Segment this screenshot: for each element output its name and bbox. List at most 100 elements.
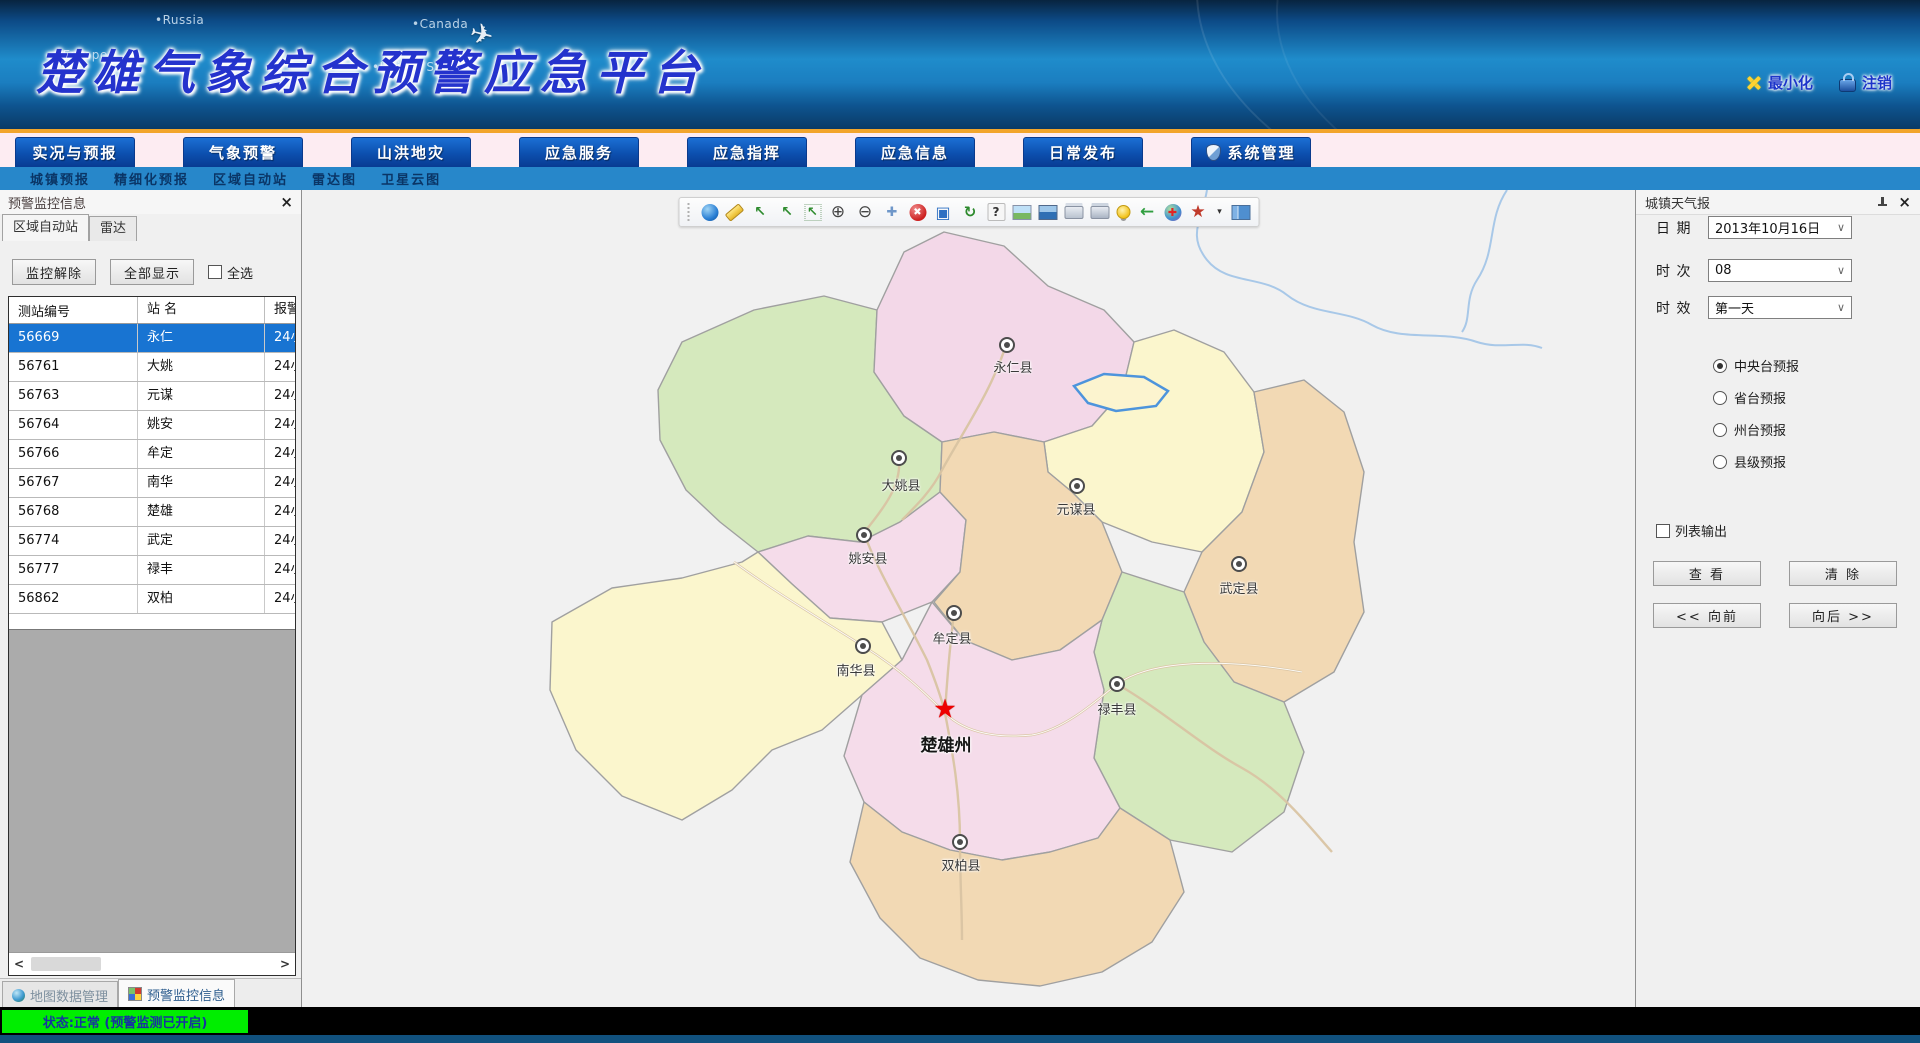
station-marker-武定县[interactable] <box>1231 556 1247 572</box>
image-export-icon[interactable] <box>1012 205 1031 220</box>
stop-icon[interactable]: ✖ <box>909 204 926 221</box>
tab-日常发布[interactable]: 日常发布 <box>1023 137 1143 167</box>
release-monitor-button[interactable]: 监控解除 <box>12 259 96 285</box>
dropdown-caret-icon[interactable]: ▾ <box>1215 202 1224 222</box>
scroll-right-icon[interactable]: > <box>275 957 295 971</box>
radio-label: 省台预报 <box>1734 388 1786 407</box>
station-marker-双柏县[interactable] <box>952 834 968 850</box>
right-panel-title: 城镇天气报 <box>1645 193 1710 212</box>
scroll-thumb[interactable] <box>31 957 101 971</box>
subnav-item-精细化预报[interactable]: 精细化预报 <box>114 169 189 188</box>
clear-button[interactable]: 清 除 <box>1789 561 1897 586</box>
station-marker-牟定县[interactable] <box>946 605 962 621</box>
zoom-out-icon[interactable]: ⊖ <box>855 202 875 222</box>
save-map-icon[interactable] <box>1038 205 1057 220</box>
full-extent-icon[interactable]: ▣ <box>933 202 953 222</box>
star-tool-icon[interactable]: ★ <box>1188 202 1208 222</box>
marker-bulb-icon[interactable] <box>1116 205 1130 219</box>
tab-应急信息[interactable]: 应急信息 <box>855 137 975 167</box>
bottom-tab-地图数据管理[interactable]: 地图数据管理 <box>2 981 118 1008</box>
print-setup-icon[interactable] <box>1090 206 1109 219</box>
subnav-item-雷达图[interactable]: 雷达图 <box>312 169 357 188</box>
radio-label: 县级预报 <box>1734 452 1786 471</box>
station-marker-大姚县[interactable] <box>891 450 907 466</box>
hour-select[interactable]: 08 ∨ <box>1708 259 1852 282</box>
pan-icon[interactable]: ✚ <box>882 202 902 222</box>
radio-icon <box>1713 455 1727 469</box>
table-row-56761[interactable]: 56761大姚24小时 <box>9 353 295 382</box>
radio-option-省台预报[interactable]: 省台预报 <box>1713 388 1799 407</box>
table-row-56768[interactable]: 56768楚雄24小时 <box>9 498 295 527</box>
select-box-icon[interactable]: ↖ <box>804 204 821 221</box>
back-icon[interactable]: ← <box>1137 202 1157 222</box>
station-marker-禄丰县[interactable] <box>1109 676 1125 692</box>
print-icon[interactable] <box>1064 206 1083 219</box>
scroll-left-icon[interactable]: < <box>9 957 29 971</box>
logout-button[interactable]: 注销 <box>1839 72 1892 93</box>
tab-应急指挥[interactable]: 应急指挥 <box>687 137 807 167</box>
map-area[interactable]: 永仁县大姚县元谋县姚安县武定县牟定县南华县禄丰县双柏县★楚雄州 ↖↖↖⊕⊖✚✖▣… <box>302 190 1635 1007</box>
close-icon[interactable]: × <box>1898 195 1911 210</box>
subnav-item-卫星云图[interactable]: 卫星云图 <box>381 169 441 188</box>
radio-label: 州台预报 <box>1734 420 1786 439</box>
refresh-icon[interactable]: ↻ <box>960 202 980 222</box>
next-button[interactable]: 向后 >> <box>1789 603 1897 628</box>
radio-option-县级预报[interactable]: 县级预报 <box>1713 452 1799 471</box>
status-badge: 状态:正常 (预警监测已开启) <box>2 1010 248 1033</box>
radio-option-州台预报[interactable]: 州台预报 <box>1713 420 1799 439</box>
radio-option-中央台预报[interactable]: 中央台预报 <box>1713 356 1799 375</box>
table-row-56669[interactable]: 56669永仁24小时 <box>9 324 295 353</box>
close-icon[interactable]: × <box>280 195 293 210</box>
layout-panel-icon[interactable] <box>1231 205 1250 220</box>
city-star-icon[interactable]: ★ <box>933 697 956 723</box>
zoom-in-icon[interactable]: ⊕ <box>828 202 848 222</box>
identify-icon[interactable]: ? <box>987 203 1005 221</box>
globe-icon[interactable] <box>701 204 718 221</box>
measure-icon[interactable] <box>724 203 744 221</box>
toolbar-grip[interactable] <box>687 203 692 221</box>
table-row-56766[interactable]: 56766牟定24小时 <box>9 440 295 469</box>
cell-station-name: 禄丰 <box>137 556 264 584</box>
subnav-item-区域自动站[interactable]: 区域自动站 <box>213 169 288 188</box>
view-button[interactable]: 查 看 <box>1653 561 1761 586</box>
table-row-56777[interactable]: 56777禄丰24小时 <box>9 556 295 585</box>
prev-button[interactable]: << 向前 <box>1653 603 1761 628</box>
select-all-checkbox[interactable]: 全选 <box>208 263 253 282</box>
table-row-56774[interactable]: 56774武定24小时 <box>9 527 295 556</box>
subnav-item-城镇预报[interactable]: 城镇预报 <box>30 169 90 188</box>
add-overlay-icon[interactable]: ✚ <box>1164 204 1181 221</box>
cell-station-id: 56669 <box>9 324 137 352</box>
map-svg[interactable] <box>302 190 1635 1007</box>
list-output-checkbox[interactable]: 列表输出 <box>1656 521 1727 540</box>
tab-系统管理[interactable]: 系统管理 <box>1191 137 1311 167</box>
date-select[interactable]: 2013年10月16日 ∨ <box>1708 216 1852 239</box>
station-marker-永仁县[interactable] <box>999 337 1015 353</box>
cell-alarm: 24小时 <box>264 469 295 497</box>
table-row-56862[interactable]: 56862双柏24小时 <box>9 585 295 614</box>
left-tab-区域自动站[interactable]: 区域自动站 <box>2 214 89 241</box>
pin-icon[interactable] <box>1877 197 1888 208</box>
table-row-56767[interactable]: 56767南华24小时 <box>9 469 295 498</box>
show-all-button[interactable]: 全部显示 <box>110 259 194 285</box>
select-icon[interactable]: ↖ <box>777 202 797 222</box>
station-marker-南华县[interactable] <box>855 638 871 654</box>
tab-应急服务[interactable]: 应急服务 <box>519 137 639 167</box>
tab-label: 应急服务 <box>545 142 613 163</box>
tab-实况与预报[interactable]: 实况与预报 <box>15 137 135 167</box>
station-marker-姚安县[interactable] <box>856 527 872 543</box>
tab-山洪地灾[interactable]: 山洪地灾 <box>351 137 471 167</box>
horizontal-scrollbar[interactable]: < > <box>9 952 295 975</box>
table-row-56763[interactable]: 56763元谋24小时 <box>9 382 295 411</box>
minimize-button[interactable]: 最小化 <box>1746 72 1813 93</box>
left-tab-雷达[interactable]: 雷达 <box>89 216 137 241</box>
grid-icon <box>128 987 142 1001</box>
station-marker-元谋县[interactable] <box>1069 478 1085 494</box>
validity-select[interactable]: 第一天 ∨ <box>1708 296 1852 319</box>
bottom-tab-预警监控信息[interactable]: 预警监控信息 <box>118 979 235 1008</box>
table-row-56764[interactable]: 56764姚安24小时 <box>9 411 295 440</box>
col-alarm: 报警 <box>264 297 295 323</box>
select-polygon-icon[interactable]: ↖ <box>750 202 770 222</box>
tab-气象预警[interactable]: 气象预警 <box>183 137 303 167</box>
tab-label: 系统管理 <box>1227 142 1295 163</box>
warning-monitor-panel: 预警监控信息 × 区域自动站雷达 监控解除 全部显示 全选 测站编号 站 名 报… <box>0 190 302 1007</box>
